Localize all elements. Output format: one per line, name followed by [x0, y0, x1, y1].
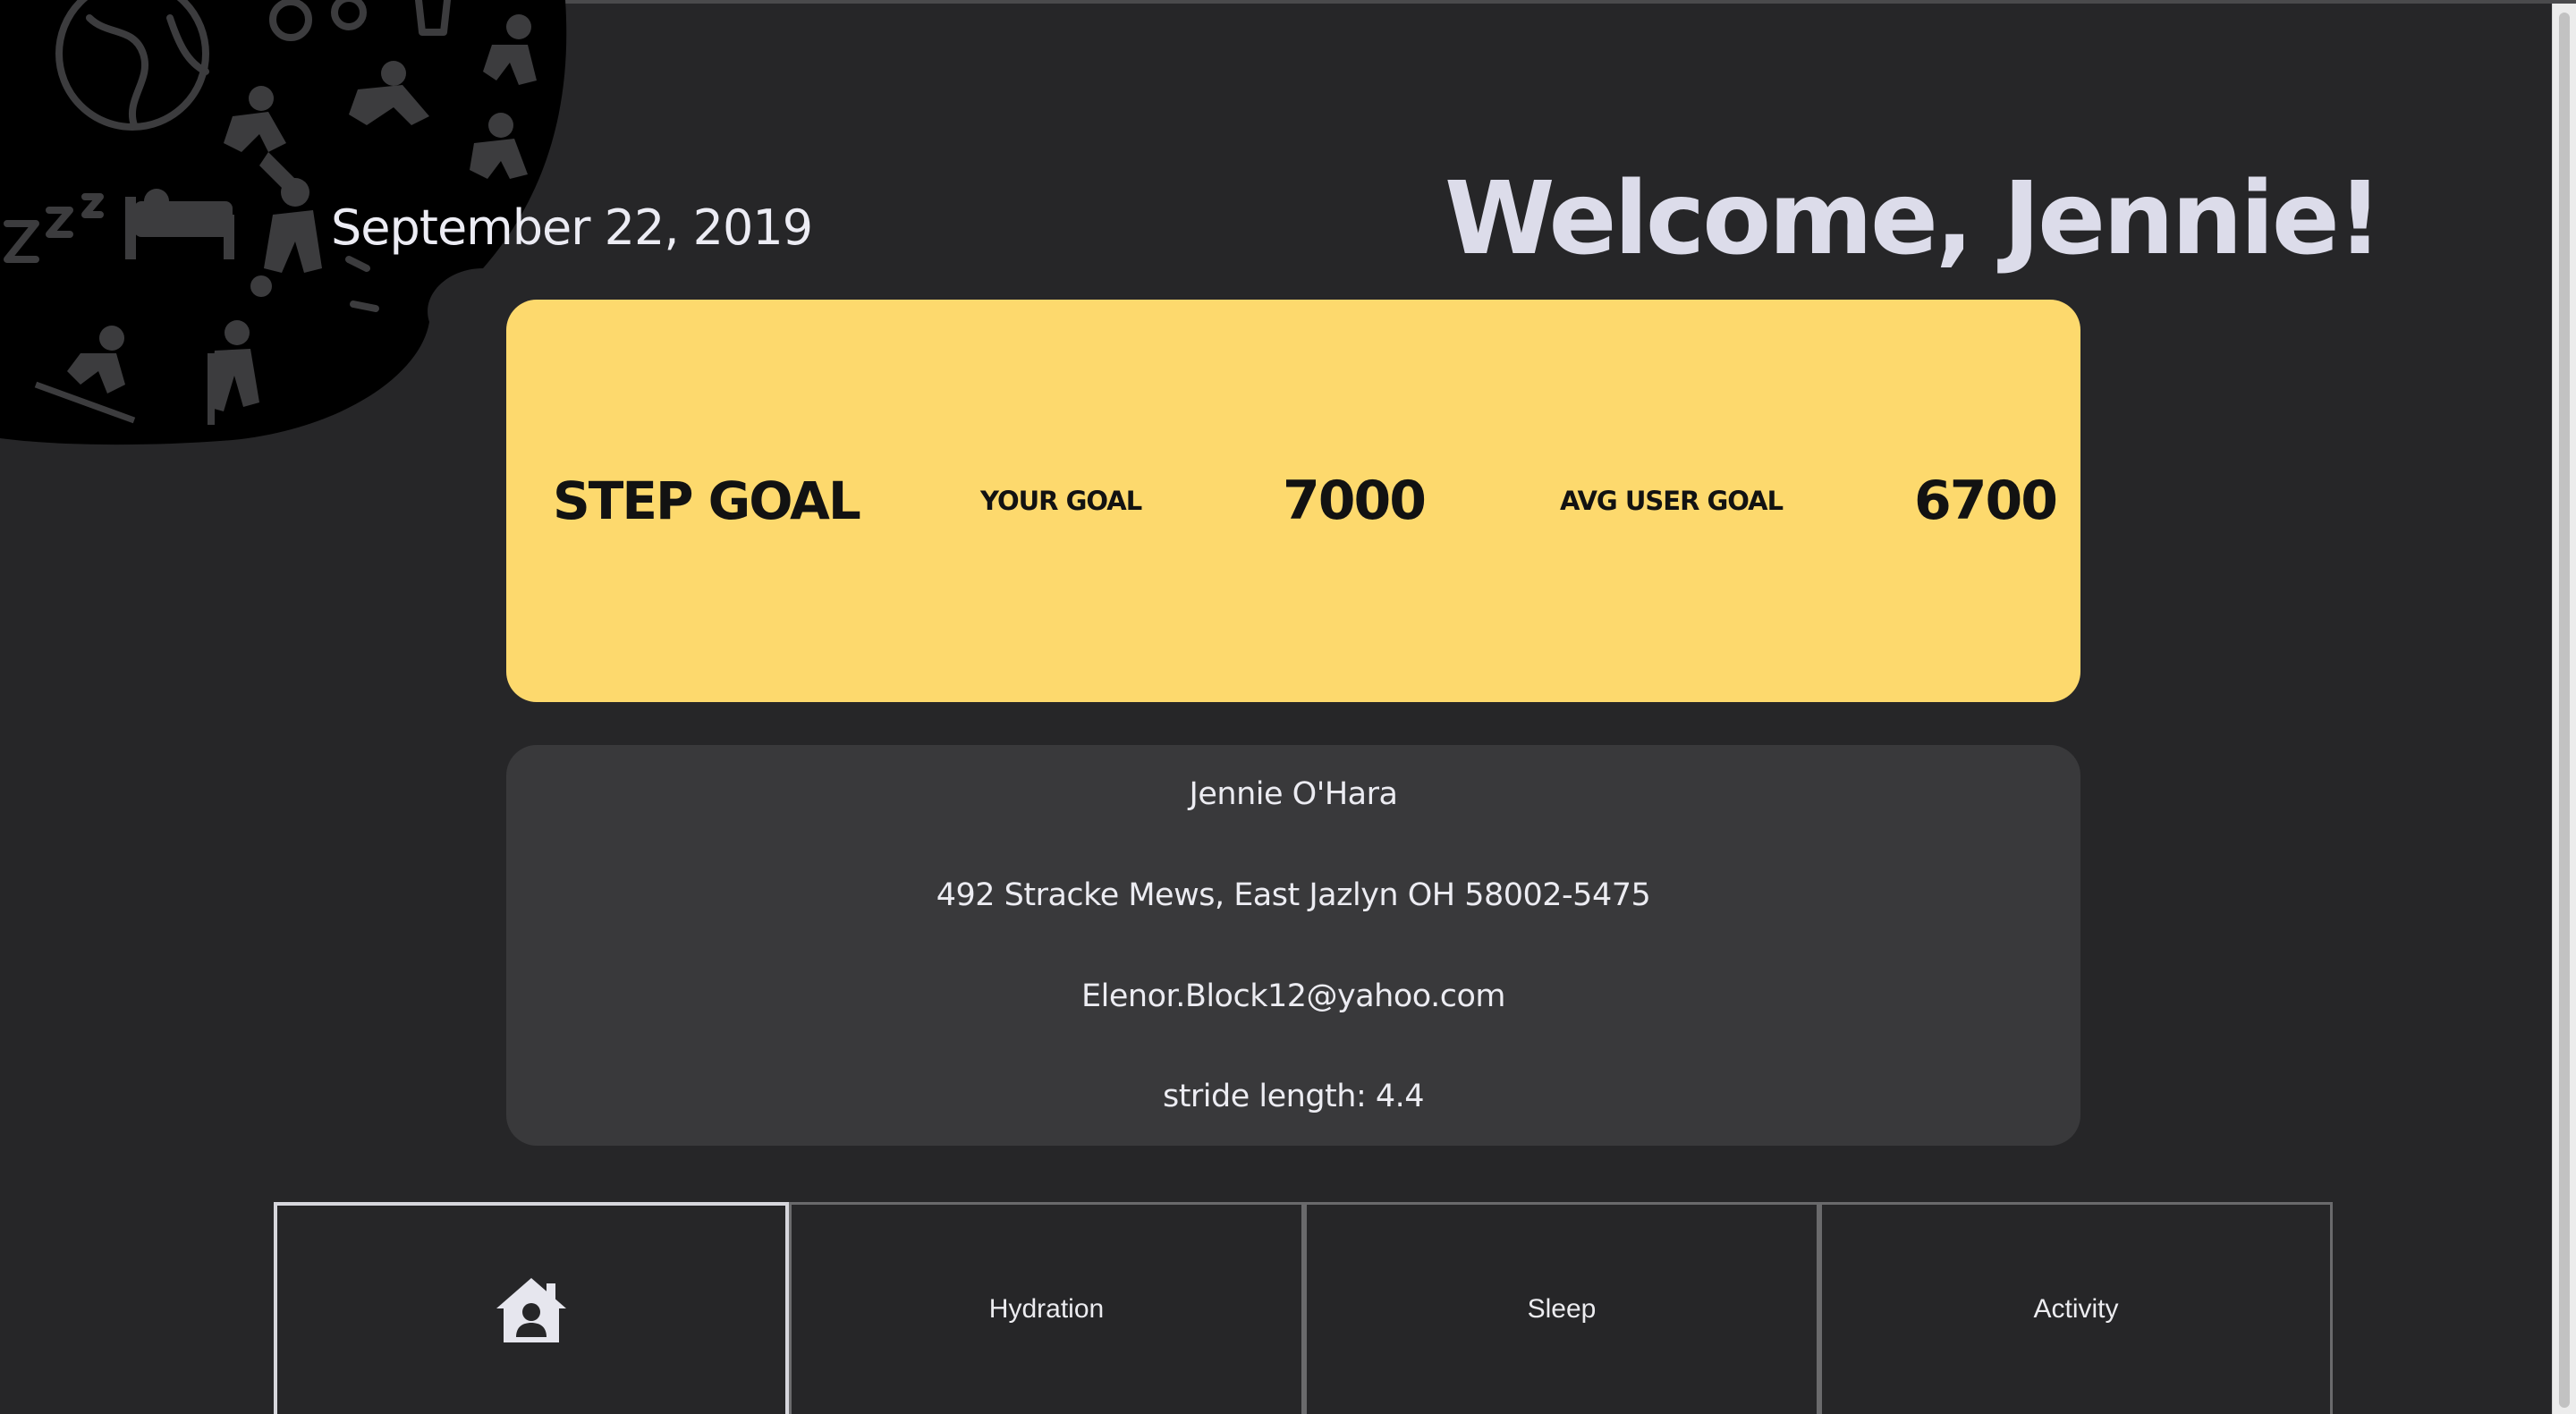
avg-user-goal-label: AVG USER GOAL: [1560, 486, 1784, 516]
user-email: Elenor.Block12@yahoo.com: [1081, 978, 1505, 1014]
nav-home-button[interactable]: [274, 1202, 789, 1414]
step-goal-title: STEP GOAL: [553, 470, 861, 531]
nav-activity-button[interactable]: Activity: [1819, 1202, 2333, 1414]
user-stride-length: stride length: 4.4: [1162, 1079, 1425, 1114]
your-goal-value: 7000: [1283, 470, 1427, 532]
user-info-card: Jennie O'Hara 492 Stracke Mews, East Jaz…: [506, 745, 2080, 1146]
scrollbar-thumb[interactable]: [2559, 13, 2570, 1408]
home-user-icon: [496, 1277, 566, 1342]
your-goal-label: YOUR GOAL: [980, 486, 1142, 516]
bottom-nav: Hydration Sleep Activity: [274, 1202, 2333, 1414]
step-goal-card: STEP GOAL YOUR GOAL 7000 AVG USER GOAL 6…: [506, 300, 2080, 702]
user-address: 492 Stracke Mews, East Jazlyn OH 58002-5…: [936, 877, 1651, 913]
welcome-heading: Welcome, Jennie!: [1445, 161, 2383, 277]
nav-hydration-button[interactable]: Hydration: [789, 1202, 1304, 1414]
nav-sleep-button[interactable]: Sleep: [1304, 1202, 1819, 1414]
vertical-scrollbar[interactable]: [2552, 4, 2576, 1414]
user-name: Jennie O'Hara: [1189, 776, 1398, 812]
current-date: September 22, 2019: [331, 199, 813, 256]
avg-user-goal-value: 6700: [1914, 470, 2058, 532]
